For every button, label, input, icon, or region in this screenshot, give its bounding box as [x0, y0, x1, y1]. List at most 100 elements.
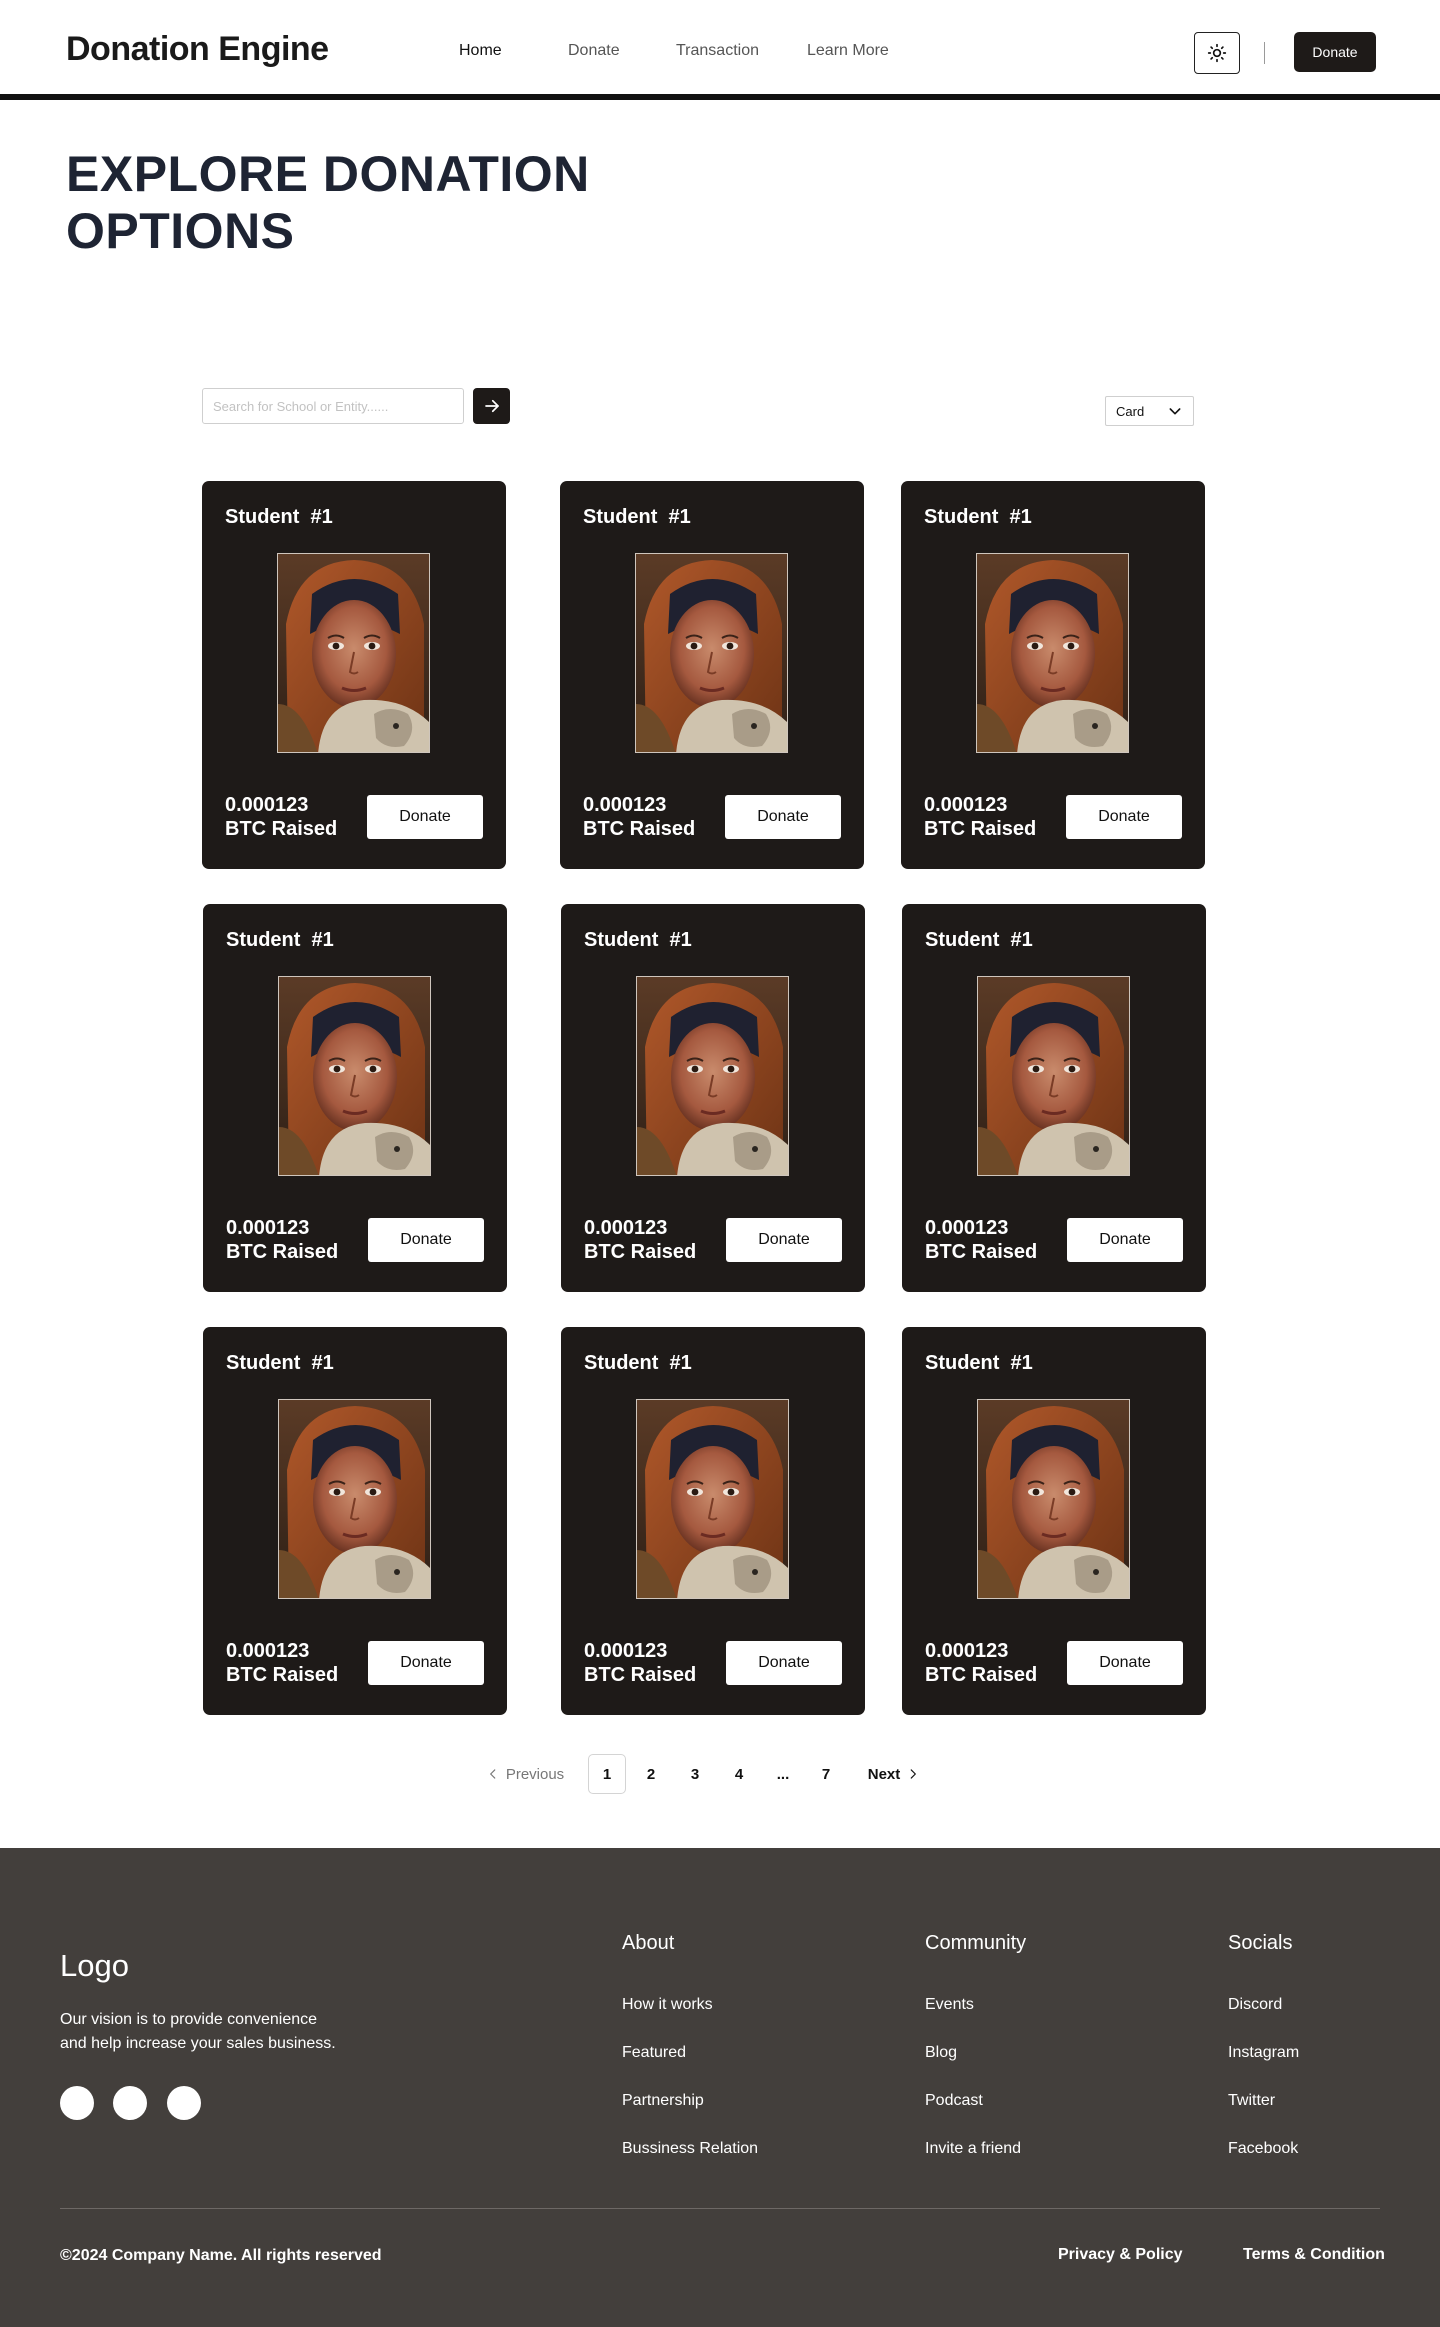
- card-btc-raised: 0.000123 BTC Raised: [925, 1639, 1037, 1687]
- card-donate-button[interactable]: Donate: [726, 1641, 842, 1685]
- footer-vision-line-2: and help increase your sales business.: [60, 2035, 336, 2052]
- card-amount-value: 0.000123: [225, 794, 309, 816]
- card-title: Student #1: [226, 1352, 334, 1374]
- card-donate-button[interactable]: Donate: [726, 1218, 842, 1262]
- card-title: Student #1: [583, 506, 691, 528]
- donation-card[interactable]: Student #1 0.000123 BTC Raised Donate: [560, 481, 864, 869]
- card-amount-value: 0.000123: [925, 1640, 1009, 1662]
- card-btc-raised: 0.000123 BTC Raised: [583, 793, 695, 841]
- footer-link-events[interactable]: Events: [925, 1996, 974, 2014]
- footer-vision-text: Our vision is to provide convenience and…: [60, 2008, 380, 2056]
- student-photo: [278, 1399, 431, 1599]
- footer-terms-link[interactable]: Terms & Condition: [1243, 2246, 1385, 2264]
- card-title: Student #1: [925, 929, 1033, 951]
- card-donate-button[interactable]: Donate: [725, 795, 841, 839]
- footer-link-how-it-works[interactable]: How it works: [622, 1996, 713, 2014]
- card-amount-value: 0.000123: [584, 1640, 668, 1662]
- student-photo: [277, 553, 430, 753]
- pagination-page-1[interactable]: 1: [588, 1754, 626, 1794]
- student-photo: [635, 553, 788, 753]
- footer-logo[interactable]: Logo: [60, 1948, 129, 1984]
- social-icon[interactable]: [167, 2086, 201, 2120]
- footer-heading-about: About: [622, 1932, 675, 1954]
- nav-donate[interactable]: Donate: [568, 42, 620, 60]
- nav-transaction[interactable]: Transaction: [676, 42, 759, 60]
- student-photo: [636, 1399, 789, 1599]
- pagination-page-7[interactable]: 7: [817, 1754, 835, 1794]
- card-donate-button[interactable]: Donate: [1067, 1641, 1183, 1685]
- card-amount-unit: BTC Raised: [226, 1664, 339, 1686]
- footer-link-discord[interactable]: Discord: [1228, 1996, 1282, 2014]
- footer-link-instagram[interactable]: Instagram: [1228, 2044, 1299, 2062]
- footer-link-business-relation[interactable]: Bussiness Relation: [622, 2140, 758, 2158]
- pagination-next[interactable]: Next: [866, 1754, 922, 1794]
- social-icon[interactable]: [60, 2086, 94, 2120]
- card-amount-unit: BTC Raised: [924, 818, 1037, 840]
- donation-card[interactable]: Student #1 0.000123 BTC Raised Donate: [561, 1327, 865, 1715]
- pagination-page-4[interactable]: 4: [730, 1754, 748, 1794]
- card-donate-button[interactable]: Donate: [1066, 795, 1182, 839]
- donation-card[interactable]: Student #1 0.000123 BTC Raised Donate: [203, 1327, 507, 1715]
- brand-title[interactable]: Donation Engine: [66, 30, 329, 69]
- site-header: Donation Engine Home Donate Transaction …: [0, 0, 1440, 100]
- social-icon[interactable]: [113, 2086, 147, 2120]
- pagination-page-3[interactable]: 3: [686, 1754, 704, 1794]
- search-input[interactable]: [202, 388, 464, 424]
- card-btc-raised: 0.000123 BTC Raised: [584, 1639, 696, 1687]
- footer-link-featured[interactable]: Featured: [622, 2044, 686, 2062]
- donation-card[interactable]: Student #1 0.000123 BTC Raised Donate: [203, 904, 507, 1292]
- footer-privacy-link[interactable]: Privacy & Policy: [1058, 2246, 1183, 2264]
- card-title: Student #1: [924, 506, 1032, 528]
- card-amount-unit: BTC Raised: [225, 818, 338, 840]
- chevron-down-icon: [1169, 408, 1181, 415]
- footer-link-blog[interactable]: Blog: [925, 2044, 957, 2062]
- donation-card[interactable]: Student #1 0.000123 BTC Raised Donate: [902, 904, 1206, 1292]
- donation-card[interactable]: Student #1 0.000123 BTC Raised Donate: [202, 481, 506, 869]
- footer-link-podcast[interactable]: Podcast: [925, 2092, 983, 2110]
- card-amount-value: 0.000123: [584, 1217, 668, 1239]
- pagination-previous[interactable]: Previous: [482, 1754, 568, 1794]
- card-donate-button[interactable]: Donate: [1067, 1218, 1183, 1262]
- card-amount-value: 0.000123: [924, 794, 1008, 816]
- footer-heading-socials: Socials: [1228, 1932, 1293, 1954]
- search-submit-button[interactable]: [473, 388, 510, 424]
- nav-learn-more[interactable]: Learn More: [807, 42, 889, 60]
- footer-vision-line-1: Our vision is to provide convenience: [60, 2011, 318, 2028]
- card-amount-unit: BTC Raised: [226, 1241, 339, 1263]
- student-photo: [278, 976, 431, 1176]
- card-btc-raised: 0.000123 BTC Raised: [226, 1216, 338, 1264]
- card-donate-button[interactable]: Donate: [367, 795, 483, 839]
- pagination-page-2[interactable]: 2: [642, 1754, 660, 1794]
- footer-link-partnership[interactable]: Partnership: [622, 2092, 704, 2110]
- card-donate-button[interactable]: Donate: [368, 1641, 484, 1685]
- chevron-left-icon: [489, 1769, 496, 1779]
- card-title: Student #1: [584, 929, 692, 951]
- footer-link-twitter[interactable]: Twitter: [1228, 2092, 1275, 2110]
- donation-card[interactable]: Student #1 0.000123 BTC Raised Donate: [901, 481, 1205, 869]
- footer-link-invite-friend[interactable]: Invite a friend: [925, 2140, 1021, 2158]
- student-photo: [977, 1399, 1130, 1599]
- donation-card[interactable]: Student #1 0.000123 BTC Raised Donate: [902, 1327, 1206, 1715]
- header-divider: [1264, 42, 1265, 64]
- card-amount-value: 0.000123: [226, 1640, 310, 1662]
- footer-heading-community: Community: [925, 1932, 1027, 1954]
- arrow-right-icon: [484, 399, 499, 413]
- donation-card[interactable]: Student #1 0.000123 BTC Raised Donate: [561, 904, 865, 1292]
- card-btc-raised: 0.000123 BTC Raised: [924, 793, 1036, 841]
- page-title-line-1: EXPLORE DONATION: [66, 146, 590, 202]
- card-title: Student #1: [226, 929, 334, 951]
- card-btc-raised: 0.000123 BTC Raised: [925, 1216, 1037, 1264]
- card-amount-unit: BTC Raised: [925, 1664, 1038, 1686]
- theme-toggle-button[interactable]: [1194, 32, 1240, 74]
- student-photo: [977, 976, 1130, 1176]
- view-mode-value: Card: [1116, 403, 1145, 419]
- footer-link-facebook[interactable]: Facebook: [1228, 2140, 1298, 2158]
- nav-home[interactable]: Home: [459, 42, 502, 60]
- card-title: Student #1: [225, 506, 333, 528]
- page-title: EXPLORE DONATION OPTIONS: [66, 146, 666, 260]
- card-donate-button[interactable]: Donate: [368, 1218, 484, 1262]
- view-mode-select[interactable]: Card: [1105, 396, 1194, 426]
- header-donate-button[interactable]: Donate: [1294, 32, 1376, 72]
- pagination-next-label: Next: [867, 1765, 901, 1783]
- student-photo: [636, 976, 789, 1176]
